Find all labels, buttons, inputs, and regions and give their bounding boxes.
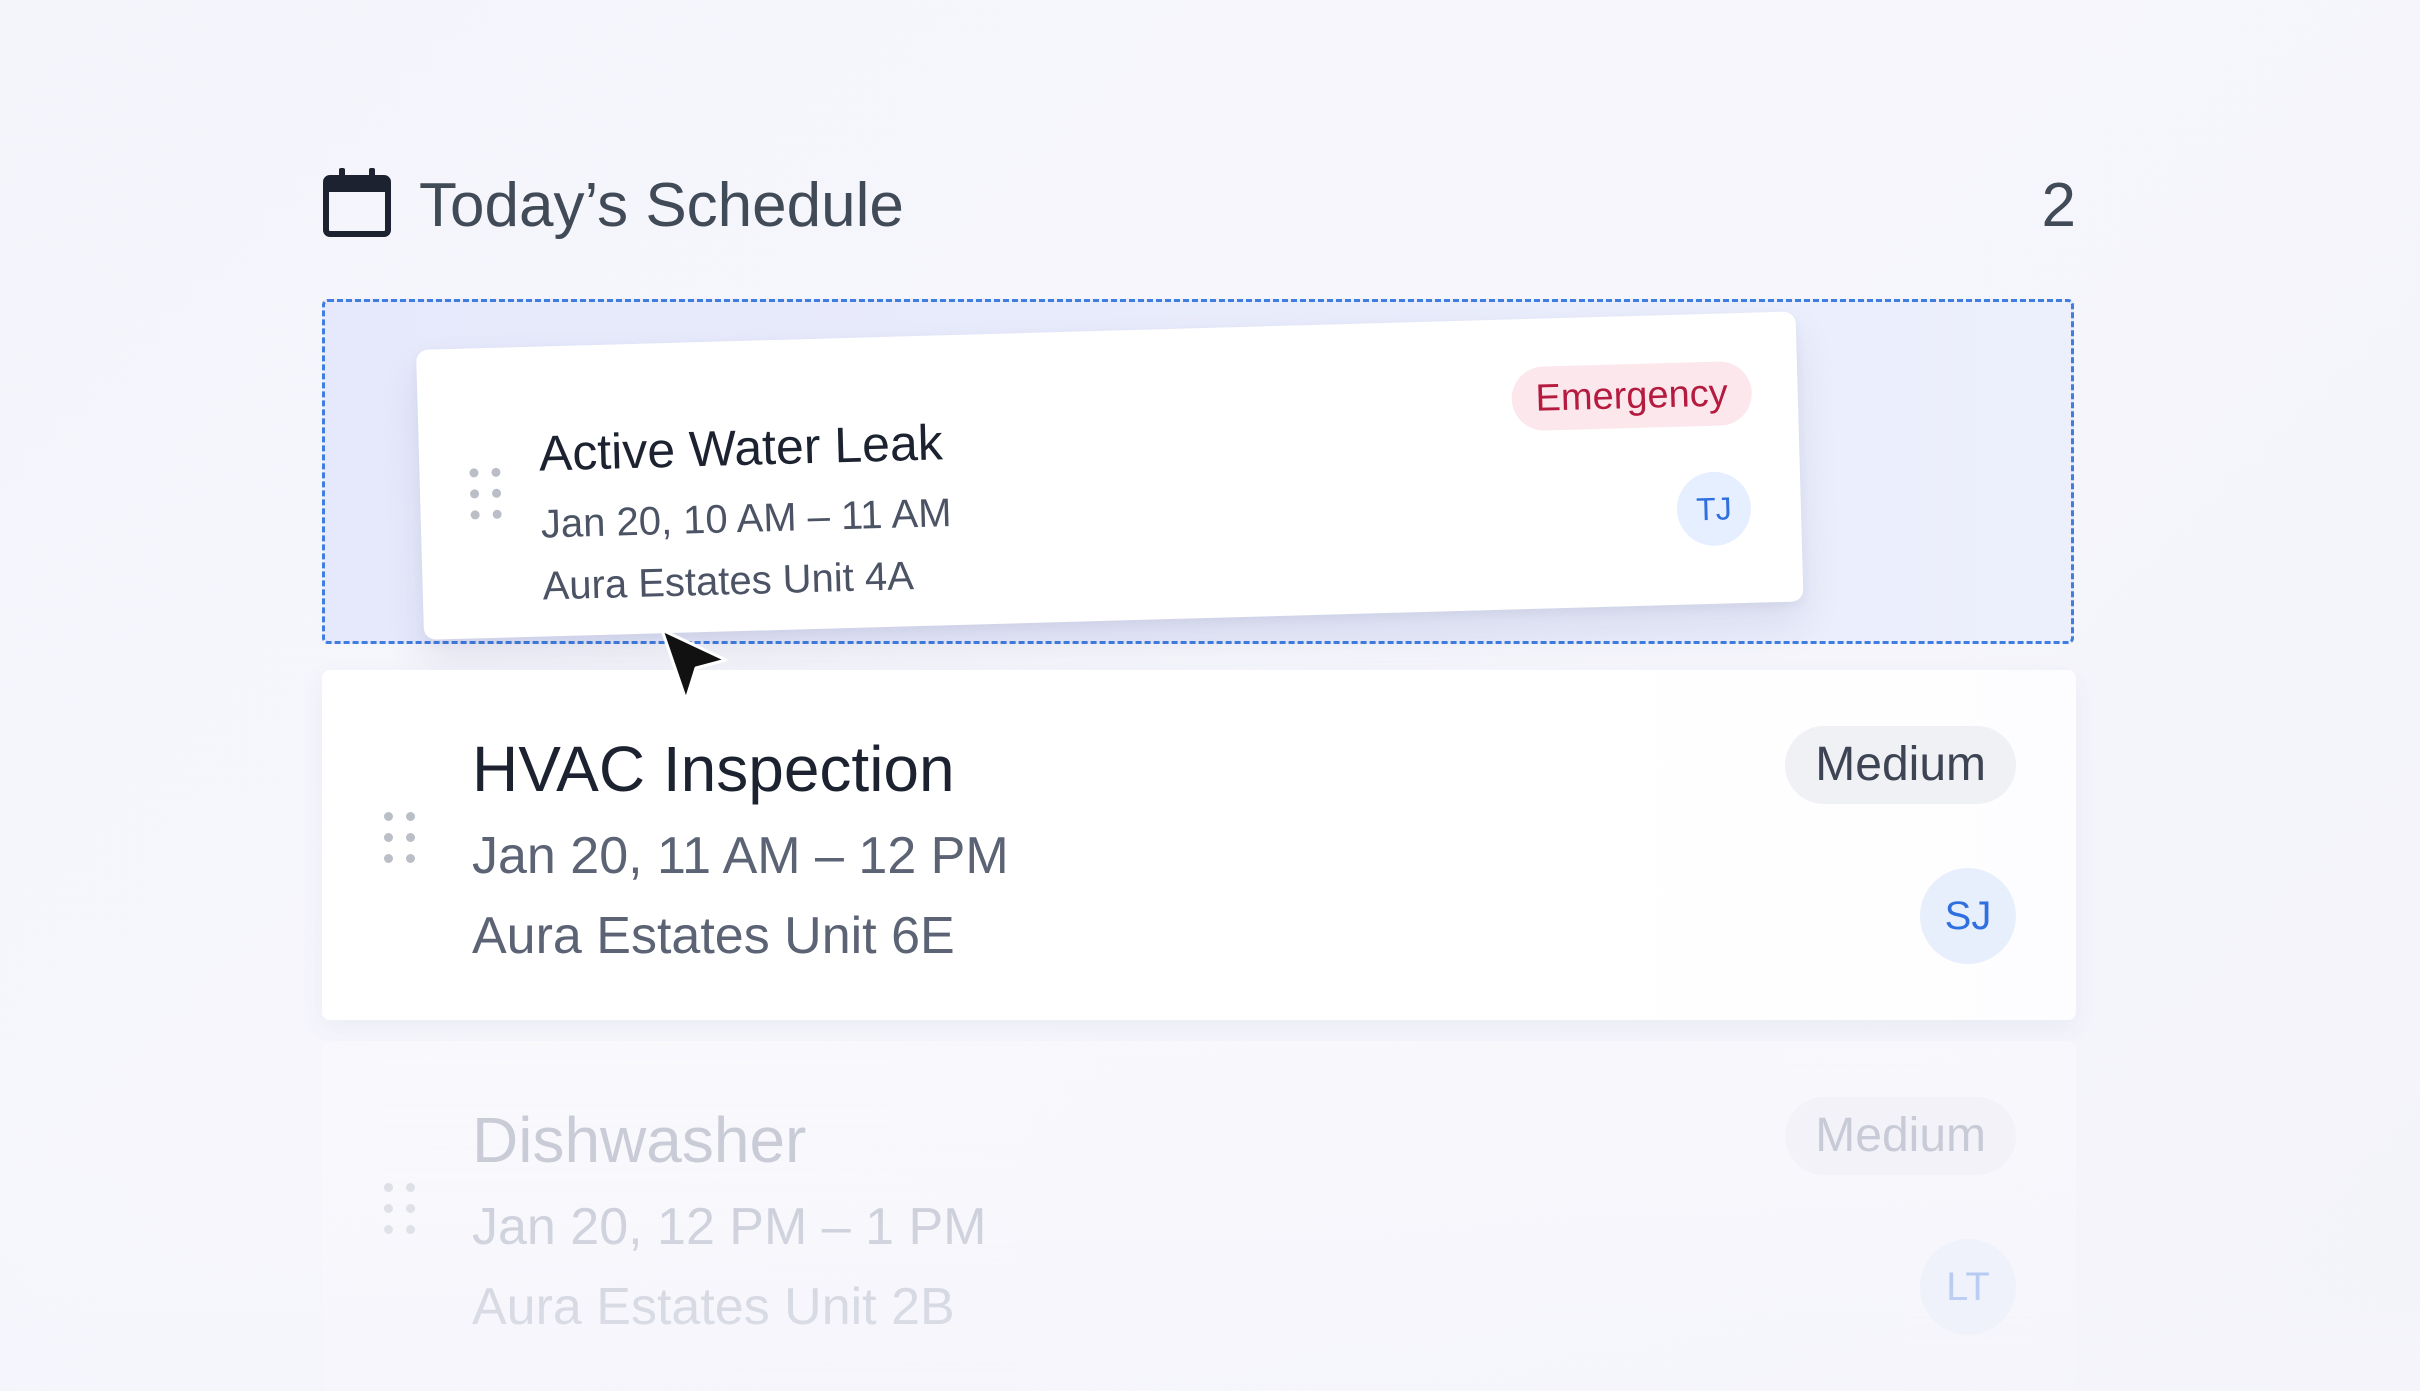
schedule-header: Today’s Schedule 2: [323, 166, 2078, 246]
drag-handle-icon[interactable]: [469, 467, 502, 521]
drag-handle-icon[interactable]: [384, 812, 416, 864]
card-time: Jan 20, 11 AM – 12 PM: [472, 827, 1009, 885]
dragging-card[interactable]: Active Water Leak Jan 20, 10 AM – 11 AM …: [416, 311, 1804, 640]
card-title: Dishwasher: [472, 1104, 807, 1176]
card-title: HVAC Inspection: [472, 733, 955, 805]
schedule-card[interactable]: HVAC Inspection Jan 20, 11 AM – 12 PM Au…: [322, 670, 2076, 1020]
assignee-avatar[interactable]: LT: [1920, 1239, 2016, 1335]
assignee-avatar[interactable]: SJ: [1920, 868, 2016, 964]
drag-handle-icon[interactable]: [384, 1183, 416, 1235]
assignee-avatar[interactable]: TJ: [1675, 470, 1752, 547]
card-time: Jan 20, 12 PM – 1 PM: [472, 1198, 987, 1256]
card-title: Active Water Leak: [538, 414, 944, 482]
priority-badge: Medium: [1785, 1097, 2016, 1175]
card-location: Aura Estates Unit 2B: [472, 1278, 955, 1336]
schedule-card[interactable]: Dishwasher Jan 20, 12 PM – 1 PM Aura Est…: [322, 1041, 2076, 1391]
priority-badge: Medium: [1785, 726, 2016, 804]
card-location: Aura Estates Unit 4A: [542, 554, 915, 609]
card-location: Aura Estates Unit 6E: [472, 907, 955, 965]
pointer-cursor-icon: [660, 628, 728, 702]
page-title: Today’s Schedule: [419, 171, 904, 240]
card-time: Jan 20, 10 AM – 11 AM: [540, 491, 953, 547]
schedule-count: 2: [2041, 171, 2076, 240]
calendar-icon: [323, 168, 391, 237]
priority-badge: Emergency: [1510, 360, 1753, 432]
